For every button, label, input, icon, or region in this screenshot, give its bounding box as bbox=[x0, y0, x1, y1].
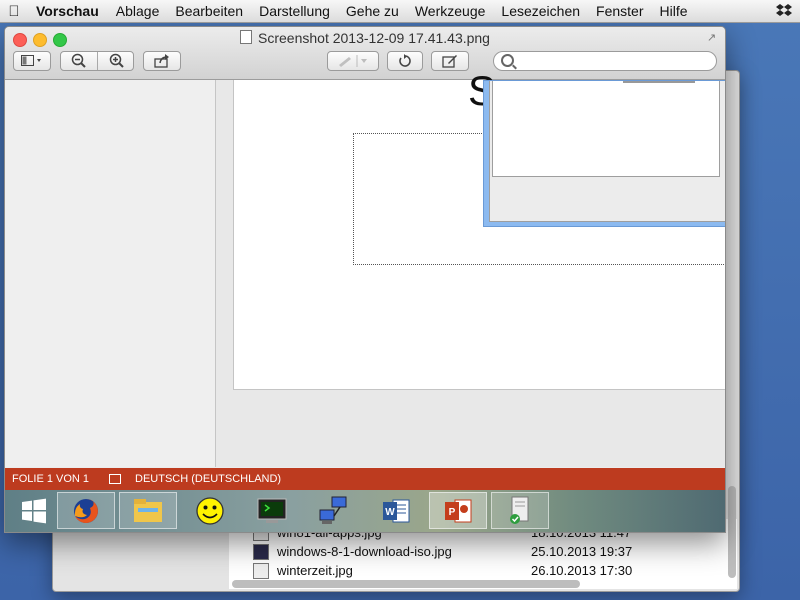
rotate-icon bbox=[399, 54, 411, 67]
search-icon bbox=[501, 54, 514, 67]
sidebar-view-button[interactable] bbox=[13, 51, 51, 71]
menu-bar:  Vorschau Ablage Bearbeiten Darstellung… bbox=[0, 0, 800, 23]
slide-counter[interactable]: FOLIE 1 VON 1 bbox=[12, 473, 89, 485]
menu-ablage[interactable]: Ablage bbox=[108, 3, 168, 19]
app-menu[interactable]: Vorschau bbox=[28, 3, 108, 19]
zoom-segmented-control bbox=[60, 51, 134, 71]
menu-hilfe[interactable]: Hilfe bbox=[652, 3, 696, 19]
rotate-button[interactable] bbox=[387, 51, 423, 71]
windows-start-icon[interactable] bbox=[5, 492, 63, 529]
title-bar[interactable]: Screenshot 2013-12-09 17.41.43.png ↗ bbox=[5, 27, 725, 80]
menu-fenster[interactable]: Fenster bbox=[588, 3, 651, 19]
preview-window: Screenshot 2013-12-09 17.41.43.png ↗ S F… bbox=[4, 26, 726, 533]
share-button[interactable] bbox=[143, 51, 181, 71]
vertical-scrollbar[interactable] bbox=[728, 486, 736, 578]
pen-icon bbox=[339, 55, 367, 67]
apple-menu-icon[interactable]:  bbox=[0, 3, 28, 20]
divider-line bbox=[623, 81, 695, 83]
selected-window-frame bbox=[483, 80, 725, 227]
dropbox-icon[interactable] bbox=[776, 3, 792, 19]
zoom-out-icon bbox=[71, 53, 86, 68]
search-field[interactable] bbox=[493, 51, 717, 71]
notes-icon[interactable] bbox=[109, 474, 122, 484]
share-icon bbox=[154, 54, 169, 68]
zoom-in-icon bbox=[109, 53, 124, 68]
smiley-icon[interactable] bbox=[181, 492, 239, 529]
toolbox-icon bbox=[442, 55, 457, 68]
thumbnail-sidebar[interactable] bbox=[5, 80, 216, 467]
window-title: Screenshot 2013-12-09 17.41.43.png bbox=[5, 30, 725, 46]
document-check-icon[interactable] bbox=[491, 492, 549, 529]
search-input[interactable] bbox=[518, 53, 712, 71]
menu-lesezeichen[interactable]: Lesezeichen bbox=[493, 3, 588, 19]
fullscreen-icon[interactable]: ↗ bbox=[707, 32, 719, 44]
terminal-icon[interactable] bbox=[243, 492, 301, 529]
svg-text:W: W bbox=[385, 507, 395, 518]
windows-taskbar: W P bbox=[5, 490, 725, 532]
segment-divider bbox=[97, 52, 98, 70]
menu-gehe-zu[interactable]: Gehe zu bbox=[338, 3, 407, 19]
menu-darstellung[interactable]: Darstellung bbox=[251, 3, 338, 19]
document-icon bbox=[240, 30, 253, 44]
status-bar: FOLIE 1 VON 1 DEUTSCH (DEUTSCHLAND) bbox=[5, 468, 725, 490]
firefox-icon[interactable] bbox=[57, 492, 115, 529]
sidebar-icon bbox=[21, 55, 41, 66]
edit-toolbar-button[interactable] bbox=[431, 51, 469, 71]
zoom-in-button[interactable] bbox=[109, 53, 125, 72]
image-file-icon bbox=[253, 543, 269, 560]
zoom-out-button[interactable] bbox=[71, 53, 87, 72]
network-icon[interactable] bbox=[305, 492, 363, 529]
svg-text:P: P bbox=[449, 507, 456, 518]
powerpoint-icon[interactable]: P bbox=[429, 492, 487, 529]
file-explorer-icon[interactable] bbox=[119, 492, 177, 529]
menu-werkzeuge[interactable]: Werkzeuge bbox=[407, 3, 494, 19]
window-content-area bbox=[492, 81, 720, 177]
list-item[interactable]: winterzeit.jpg 26.10.2013 17:30 bbox=[253, 561, 733, 580]
language-indicator[interactable]: DEUTSCH (DEUTSCHLAND) bbox=[135, 473, 281, 485]
markup-pen-button[interactable] bbox=[327, 51, 379, 71]
image-file-icon bbox=[253, 562, 269, 579]
word-icon[interactable]: W bbox=[367, 492, 425, 529]
horizontal-scrollbar[interactable] bbox=[232, 580, 580, 588]
menu-bearbeiten[interactable]: Bearbeiten bbox=[167, 3, 251, 19]
list-item[interactable]: windows-8-1-download-iso.jpg 25.10.2013 … bbox=[253, 542, 733, 561]
